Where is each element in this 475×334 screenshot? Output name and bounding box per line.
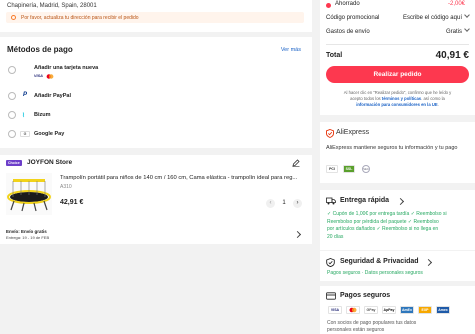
visa-icon: VISA bbox=[34, 74, 43, 78]
visa-logo-icon: VISA bbox=[328, 306, 342, 314]
address-text: Chapinería, Madrid, Spain, 28001 bbox=[7, 3, 97, 9]
legal-text-3: . así como la bbox=[421, 96, 445, 101]
payment-methods-card: Métodos de pago Ver más Añadir una tarje… bbox=[0, 37, 312, 148]
delivery-line-4: 20 días bbox=[327, 233, 344, 240]
savings-row: Ahorrado -2,00€ bbox=[326, 1, 469, 9]
payment-methods-title: Métodos de pago bbox=[7, 45, 73, 54]
trust-text: AliExpress mantiene seguros tu informaci… bbox=[326, 145, 458, 151]
product-title[interactable]: Trampolín portátil para niños de 140 cm … bbox=[60, 175, 302, 181]
security-privacy-text: Pagos seguros · Datos personales seguros bbox=[327, 270, 423, 276]
amex-logo-icon: AmEx bbox=[400, 306, 414, 314]
savings-dot-icon bbox=[326, 3, 331, 8]
ssl-icon: SSL bbox=[343, 165, 355, 173]
payment-method-bizum[interactable]: ⌇ Bizum bbox=[8, 111, 298, 121]
choice-badge: Choice bbox=[6, 160, 22, 166]
google-pay-logo-icon: GPay bbox=[364, 306, 378, 314]
delivery-line-2: Reembolso por pérdida del paquete ✓ Reem… bbox=[327, 218, 439, 225]
bizum-icon: ⌇ bbox=[22, 113, 25, 119]
increase-quantity-button[interactable]: › bbox=[293, 198, 302, 208]
fast-delivery-chevron-icon[interactable] bbox=[396, 197, 405, 206]
bizum-label: Bizum bbox=[34, 112, 51, 118]
fast-delivery-details: ✓ Cupón de 1,00€ por entrega tardía ✓ Re… bbox=[327, 211, 472, 241]
info-icon bbox=[11, 15, 16, 20]
savings-value: -2,00€ bbox=[447, 1, 465, 7]
mastercard-logo-icon bbox=[346, 306, 360, 314]
legal-text-2: acepto todos los bbox=[350, 96, 381, 101]
divider bbox=[326, 44, 469, 45]
mastercard-icon bbox=[46, 74, 54, 79]
total-value: 40,91 € bbox=[435, 50, 469, 61]
edit-icon[interactable] bbox=[292, 159, 300, 167]
security-seal-icon: SEC bbox=[362, 165, 370, 173]
shipping-cost-label: Gastos de envío bbox=[326, 29, 370, 35]
trust-card: AliExpress AliExpress mantiene seguros t… bbox=[320, 122, 475, 183]
radio-new-card[interactable] bbox=[8, 66, 16, 74]
total-label: Total bbox=[326, 52, 343, 59]
secure-payments-title: Pagos seguros bbox=[340, 292, 391, 299]
consumer-info-link[interactable]: información para consumidores en la UE bbox=[356, 102, 437, 107]
amex-blue-logo-icon: Amex bbox=[436, 306, 450, 314]
secure-payments-text: Con socios de pago populares tus datos p… bbox=[327, 320, 472, 333]
see-more-link[interactable]: Ver más bbox=[281, 47, 301, 53]
legal-text-4: . bbox=[437, 102, 439, 107]
decrease-quantity-button[interactable]: ‹ bbox=[266, 198, 275, 208]
radio-bizum[interactable] bbox=[8, 111, 16, 119]
secure-payments-text-2: personales están seguros bbox=[327, 326, 385, 333]
google-pay-label: Google Pay bbox=[34, 131, 65, 137]
aliexpress-logo: AliExpress bbox=[336, 129, 370, 136]
promo-code-label: Código promocional bbox=[326, 15, 380, 21]
paypal-label: Añadir PayPal bbox=[34, 93, 71, 99]
security-chevron-icon[interactable] bbox=[424, 258, 433, 267]
shipping-chevron-icon[interactable] bbox=[293, 230, 302, 239]
card-icon bbox=[326, 292, 336, 300]
express-logo-icon: EXP bbox=[418, 306, 432, 314]
paypal-icon: P bbox=[23, 92, 28, 98]
order-summary-card: Ahorrado -2,00€ Código promocional Escri… bbox=[320, 0, 475, 115]
radio-paypal[interactable] bbox=[8, 92, 16, 100]
product-image[interactable] bbox=[6, 173, 52, 215]
chevron-down-icon bbox=[464, 12, 470, 18]
fast-delivery-title: Entrega rápida bbox=[340, 197, 390, 204]
pci-icon: PCI bbox=[326, 165, 338, 173]
quantity-stepper: ‹ 1 › bbox=[266, 198, 302, 208]
legal-text-1: Al hacer clic en "Realizar pedido", conf… bbox=[343, 90, 452, 95]
shipping-date: Entrega: 19 - 19 de FEB bbox=[6, 235, 50, 240]
address-card: Chapinería, Madrid, Spain, 28001 Por fav… bbox=[0, 0, 312, 32]
legal-text: Al hacer clic en "Realizar pedido", conf… bbox=[326, 90, 469, 108]
shield-check-icon bbox=[326, 258, 335, 268]
shipping-cost-value[interactable]: Gratis bbox=[446, 26, 470, 35]
savings-label: Ahorrado bbox=[335, 1, 360, 7]
radio-google-pay[interactable] bbox=[8, 130, 16, 138]
place-order-button[interactable]: Realizar pedido bbox=[326, 66, 469, 83]
promo-code-row[interactable]: Código promocional Escribe el código aqu… bbox=[326, 12, 470, 23]
terms-link[interactable]: términos y políticas bbox=[382, 96, 421, 101]
payment-logos: VISA GPay ApPay AmEx EXP Amex bbox=[328, 306, 473, 314]
shield-icon bbox=[326, 129, 334, 138]
google-pay-icon: G bbox=[20, 131, 30, 137]
payment-method-paypal[interactable]: P Añadir PayPal bbox=[8, 92, 298, 102]
chevron-down-icon bbox=[464, 26, 470, 32]
address-notice[interactable]: Por favor, actualiza tu dirección para r… bbox=[6, 12, 304, 23]
security-privacy-card: Seguridad & Privacidad Pagos seguros · D… bbox=[320, 251, 475, 281]
delivery-line-3: por artículos dañados ✓ Reembolso si no … bbox=[327, 226, 439, 232]
product-variant: A310 bbox=[60, 184, 72, 190]
fast-delivery-card: Entrega rápida ✓ Cupón de 1,00€ por entr… bbox=[320, 190, 475, 250]
product-price: 42,91 € bbox=[60, 199, 84, 206]
new-card-label: Añadir una tarjeta nueva bbox=[34, 65, 99, 71]
security-privacy-title: Seguridad & Privacidad bbox=[340, 258, 419, 265]
shipping-cost-row[interactable]: Gastos de envío Gratis bbox=[326, 26, 470, 37]
truck-icon bbox=[326, 197, 336, 205]
trust-logos: PCI SSL SEC bbox=[326, 165, 466, 173]
store-name[interactable]: JOYFON Store bbox=[27, 159, 72, 166]
shipping-title: Envío: Envío gratis bbox=[6, 229, 47, 234]
payment-method-new-card[interactable]: Añadir una tarjeta nueva VISA bbox=[8, 65, 298, 81]
promo-code-input[interactable]: Escribe el código aquí bbox=[403, 12, 470, 21]
secure-payments-card: Pagos seguros VISA GPay ApPay AmEx EXP A… bbox=[320, 286, 475, 334]
store-card: Choice JOYFON Store Trampolín portátil p… bbox=[0, 155, 312, 244]
apple-pay-logo-icon: ApPay bbox=[382, 306, 396, 314]
address-notice-text: Por favor, actualiza tu dirección para r… bbox=[21, 14, 139, 21]
quantity-value[interactable]: 1 bbox=[282, 200, 285, 206]
delivery-line-1: ✓ Cupón de 1,00€ por entrega tardía ✓ Re… bbox=[327, 211, 447, 217]
payment-method-google-pay[interactable]: G Google Pay bbox=[8, 130, 298, 140]
